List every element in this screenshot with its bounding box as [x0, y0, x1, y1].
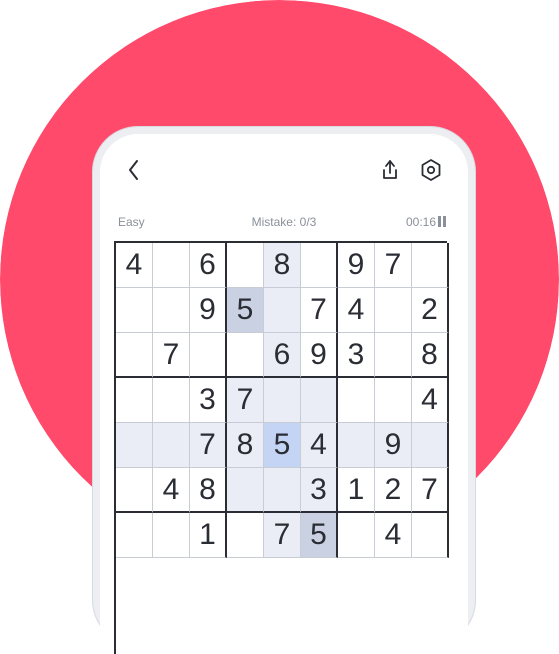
pause-icon[interactable] — [438, 216, 446, 227]
game-status-bar: Easy Mistake: 0/3 00:16 — [100, 212, 468, 232]
sudoku-cell[interactable]: 5 — [301, 513, 338, 558]
sudoku-cell[interactable] — [116, 468, 153, 513]
sudoku-cell[interactable]: 8 — [412, 333, 449, 378]
sudoku-cell[interactable]: 4 — [301, 423, 338, 468]
sudoku-cell[interactable]: 7 — [190, 423, 227, 468]
sudoku-cell[interactable] — [412, 243, 449, 288]
sudoku-cell[interactable]: 7 — [412, 468, 449, 513]
sudoku-cell[interactable]: 2 — [375, 468, 412, 513]
sudoku-cell[interactable] — [301, 243, 338, 288]
settings-icon — [421, 159, 441, 181]
sudoku-cell[interactable]: 8 — [264, 243, 301, 288]
sudoku-cell[interactable]: 4 — [375, 513, 412, 558]
sudoku-cell[interactable] — [116, 288, 153, 333]
sudoku-cell[interactable]: 7 — [264, 513, 301, 558]
sudoku-cell[interactable] — [153, 288, 190, 333]
sudoku-cell[interactable]: 9 — [375, 423, 412, 468]
settings-button[interactable] — [418, 157, 444, 183]
sudoku-cell[interactable]: 7 — [153, 333, 190, 378]
share-button[interactable] — [379, 158, 401, 182]
sudoku-cell[interactable]: 4 — [153, 468, 190, 513]
sudoku-cell[interactable]: 9 — [338, 243, 375, 288]
top-bar — [100, 134, 468, 204]
sudoku-cell[interactable]: 6 — [190, 243, 227, 288]
sudoku-cell[interactable]: 7 — [375, 243, 412, 288]
chevron-left-icon — [129, 160, 138, 180]
sudoku-cell[interactable]: 5 — [264, 423, 301, 468]
sudoku-cell[interactable]: 3 — [190, 378, 227, 423]
sudoku-cell[interactable] — [338, 513, 375, 558]
sudoku-cell[interactable] — [153, 513, 190, 558]
sudoku-board: 468979574276938374785494831271754 — [114, 241, 449, 654]
sudoku-cell[interactable] — [227, 468, 264, 513]
sudoku-cell[interactable]: 1 — [338, 468, 375, 513]
sudoku-cell[interactable]: 5 — [227, 288, 264, 333]
sudoku-cell[interactable] — [116, 513, 153, 558]
sudoku-cell[interactable] — [412, 423, 449, 468]
sudoku-cell[interactable]: 8 — [227, 423, 264, 468]
sudoku-cell[interactable] — [264, 378, 301, 423]
sudoku-cell[interactable]: 2 — [412, 288, 449, 333]
sudoku-cell[interactable] — [375, 333, 412, 378]
sudoku-cell[interactable] — [153, 243, 190, 288]
sudoku-cell[interactable]: 7 — [301, 288, 338, 333]
sudoku-cell[interactable]: 9 — [190, 288, 227, 333]
sudoku-cell[interactable] — [264, 468, 301, 513]
sudoku-cell[interactable]: 4 — [338, 288, 375, 333]
sudoku-cell[interactable]: 1 — [190, 513, 227, 558]
sudoku-cell[interactable] — [153, 423, 190, 468]
sudoku-cell[interactable] — [153, 378, 190, 423]
sudoku-cell[interactable]: 3 — [338, 333, 375, 378]
sudoku-cell[interactable] — [116, 423, 153, 468]
sudoku-cell[interactable]: 6 — [264, 333, 301, 378]
sudoku-cell[interactable] — [375, 288, 412, 333]
sudoku-cell[interactable]: 4 — [116, 243, 153, 288]
sudoku-cell[interactable]: 8 — [190, 468, 227, 513]
sudoku-cell[interactable] — [375, 378, 412, 423]
sudoku-cell[interactable] — [338, 423, 375, 468]
sudoku-cell[interactable] — [190, 333, 227, 378]
back-button[interactable] — [122, 156, 146, 184]
sudoku-cell[interactable] — [412, 513, 449, 558]
sudoku-cell[interactable] — [227, 243, 264, 288]
sudoku-cell[interactable]: 9 — [301, 333, 338, 378]
sudoku-cell[interactable]: 4 — [412, 378, 449, 423]
sudoku-cell[interactable] — [116, 378, 153, 423]
sudoku-cell[interactable] — [264, 288, 301, 333]
sudoku-cell[interactable]: 3 — [301, 468, 338, 513]
sudoku-cell[interactable] — [227, 333, 264, 378]
sudoku-cell[interactable] — [227, 513, 264, 558]
sudoku-cell[interactable] — [301, 378, 338, 423]
sudoku-cell[interactable] — [116, 333, 153, 378]
sudoku-cell[interactable]: 7 — [227, 378, 264, 423]
sudoku-cell[interactable] — [338, 378, 375, 423]
timer: 00:16 — [405, 215, 436, 229]
share-icon — [383, 160, 397, 179]
phone-screen: Easy Mistake: 0/3 00:16 4689795742769383… — [100, 134, 468, 654]
